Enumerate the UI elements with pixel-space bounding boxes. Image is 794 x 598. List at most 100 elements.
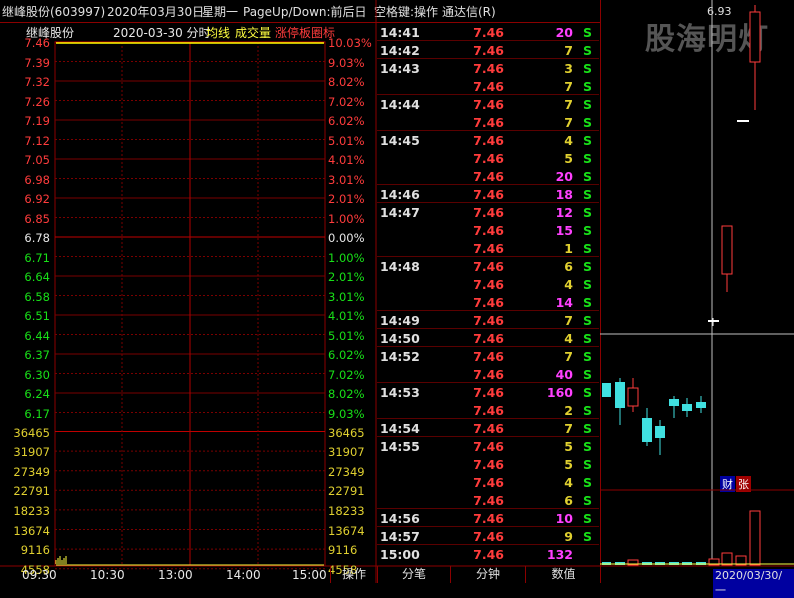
trade-price: 7.46	[473, 79, 504, 94]
trade-time: 14:43	[380, 61, 420, 76]
time-tick: 14:00	[226, 568, 261, 582]
trade-row: 14:54 7.46 7 S	[377, 419, 599, 437]
tab-minute[interactable]: 分钟	[450, 566, 525, 583]
volume-tick: 9116	[20, 543, 50, 558]
trade-volume: 5	[564, 151, 573, 166]
time-tick: 15:00	[292, 568, 327, 582]
trade-time: 14:56	[380, 511, 420, 526]
trade-side: S	[582, 277, 592, 292]
tab-tick[interactable]: 分笔	[377, 566, 450, 583]
trade-price: 7.46	[473, 385, 504, 400]
trade-price: 7.46	[473, 115, 504, 130]
trade-row: 7.46 14 S	[377, 293, 599, 311]
volume-tick: 18233	[328, 503, 365, 518]
kline-volume-bar	[721, 552, 733, 566]
tab-operate[interactable]: 操作	[330, 566, 377, 583]
trade-volume: 160	[546, 385, 573, 400]
volume-tick: 18233	[13, 503, 50, 518]
trade-row: 7.46 5 S	[377, 455, 599, 473]
trade-time: 14:44	[380, 97, 420, 112]
trade-side: S	[582, 313, 592, 328]
trade-volume: 7	[564, 43, 573, 58]
volume-axis-right: 36465 31907 27349 22791 18233 13674 9116 4558	[325, 0, 377, 583]
trade-volume: 14	[555, 295, 573, 310]
trade-row: 14:56 7.46 10 S	[377, 509, 599, 527]
trade-time: 14:45	[380, 133, 420, 148]
trade-side: S	[582, 205, 592, 220]
trade-volume: 7	[564, 313, 573, 328]
trade-price: 7.46	[473, 367, 504, 382]
trade-volume: 4	[564, 133, 573, 148]
trade-row: 7.46 2 S	[377, 401, 599, 419]
trade-price: 7.46	[473, 97, 504, 112]
trade-volume: 7	[564, 79, 573, 94]
volume-tick: 27349	[328, 464, 365, 479]
trade-time: 14:49	[380, 313, 420, 328]
kline-panel[interactable]	[600, 0, 794, 583]
tab-values[interactable]: 数值	[525, 566, 601, 583]
trade-price: 7.46	[473, 277, 504, 292]
trade-time: 14:50	[380, 331, 420, 346]
trade-price: 7.46	[473, 421, 504, 436]
trade-volume: 10	[555, 511, 573, 526]
candle-body	[627, 387, 639, 407]
trade-row: 14:55 7.46 5 S	[377, 437, 599, 455]
trade-time: 14:41	[380, 25, 420, 40]
trade-price: 7.46	[473, 331, 504, 346]
trade-volume: 40	[555, 367, 573, 382]
trade-row: 14:48 7.46 6 S	[377, 257, 599, 275]
candle-body	[749, 11, 761, 63]
trade-side: S	[582, 295, 592, 310]
trade-volume: 20	[555, 169, 573, 184]
trade-volume: 1	[564, 241, 573, 256]
trade-side: S	[582, 439, 592, 454]
trade-volume: 5	[564, 457, 573, 472]
trade-row: 7.46 7 S	[377, 113, 599, 131]
trade-row: 14:43 7.46 3 S	[377, 59, 599, 77]
trade-price: 7.46	[473, 439, 504, 454]
trade-price: 7.46	[473, 151, 504, 166]
tick-trade-list[interactable]: 14:41 7.46 20 S 14:42 7.46 7 S 14:43 7.46 3 S 7.46 7 S…	[377, 22, 600, 566]
trade-side: S	[582, 529, 592, 544]
trade-volume: 4	[564, 475, 573, 490]
trade-row: 14:53 7.46 160 S	[377, 383, 599, 401]
trade-price: 7.46	[473, 61, 504, 76]
trade-price: 7.46	[473, 241, 504, 256]
volume-tick: 36465	[328, 425, 365, 440]
trade-row: 7.46 7 S	[377, 77, 599, 95]
time-axis: 09:30 10:30 13:00 14:00 15:00	[0, 566, 330, 583]
trade-row: 14:46 7.46 18 S	[377, 185, 599, 203]
time-tick: 09:30	[22, 568, 57, 582]
trade-volume: 3	[564, 61, 573, 76]
trade-row: 14:57 7.46 9 S	[377, 527, 599, 545]
trade-row: 14:42 7.46 7 S	[377, 41, 599, 59]
trade-side: S	[582, 331, 592, 346]
trade-time: 14:54	[380, 421, 420, 436]
trade-time: 14:52	[380, 349, 420, 364]
trade-volume: 9	[564, 529, 573, 544]
candle-body	[696, 402, 706, 408]
trade-side: S	[582, 43, 592, 58]
trade-volume: 4	[564, 331, 573, 346]
trade-volume: 12	[555, 205, 573, 220]
trade-side: S	[582, 151, 592, 166]
volume-tick: 31907	[13, 445, 50, 460]
trade-side: S	[582, 223, 592, 238]
trade-row: 7.46 20 S	[377, 167, 599, 185]
volume-tick: 36465	[13, 425, 50, 440]
volume-tick: 9116	[328, 543, 358, 558]
trade-time: 14:53	[380, 385, 420, 400]
trade-row: 14:41 7.46 20 S	[377, 23, 599, 41]
trade-row: 7.46 4 S	[377, 275, 599, 293]
trade-side: S	[582, 25, 592, 40]
trade-time: 14:46	[380, 187, 420, 202]
trade-time: 14:55	[380, 439, 420, 454]
trade-row: 7.46 1 S	[377, 239, 599, 257]
trade-volume: 132	[546, 547, 573, 562]
trade-side: S	[582, 133, 592, 148]
trade-volume: 7	[564, 115, 573, 130]
candle-body	[615, 382, 625, 408]
candle-body	[682, 404, 692, 411]
volume-axis-left: 36465 31907 27349 22791 18233 13674 9116 4558	[0, 0, 52, 583]
trade-volume: 6	[564, 259, 573, 274]
